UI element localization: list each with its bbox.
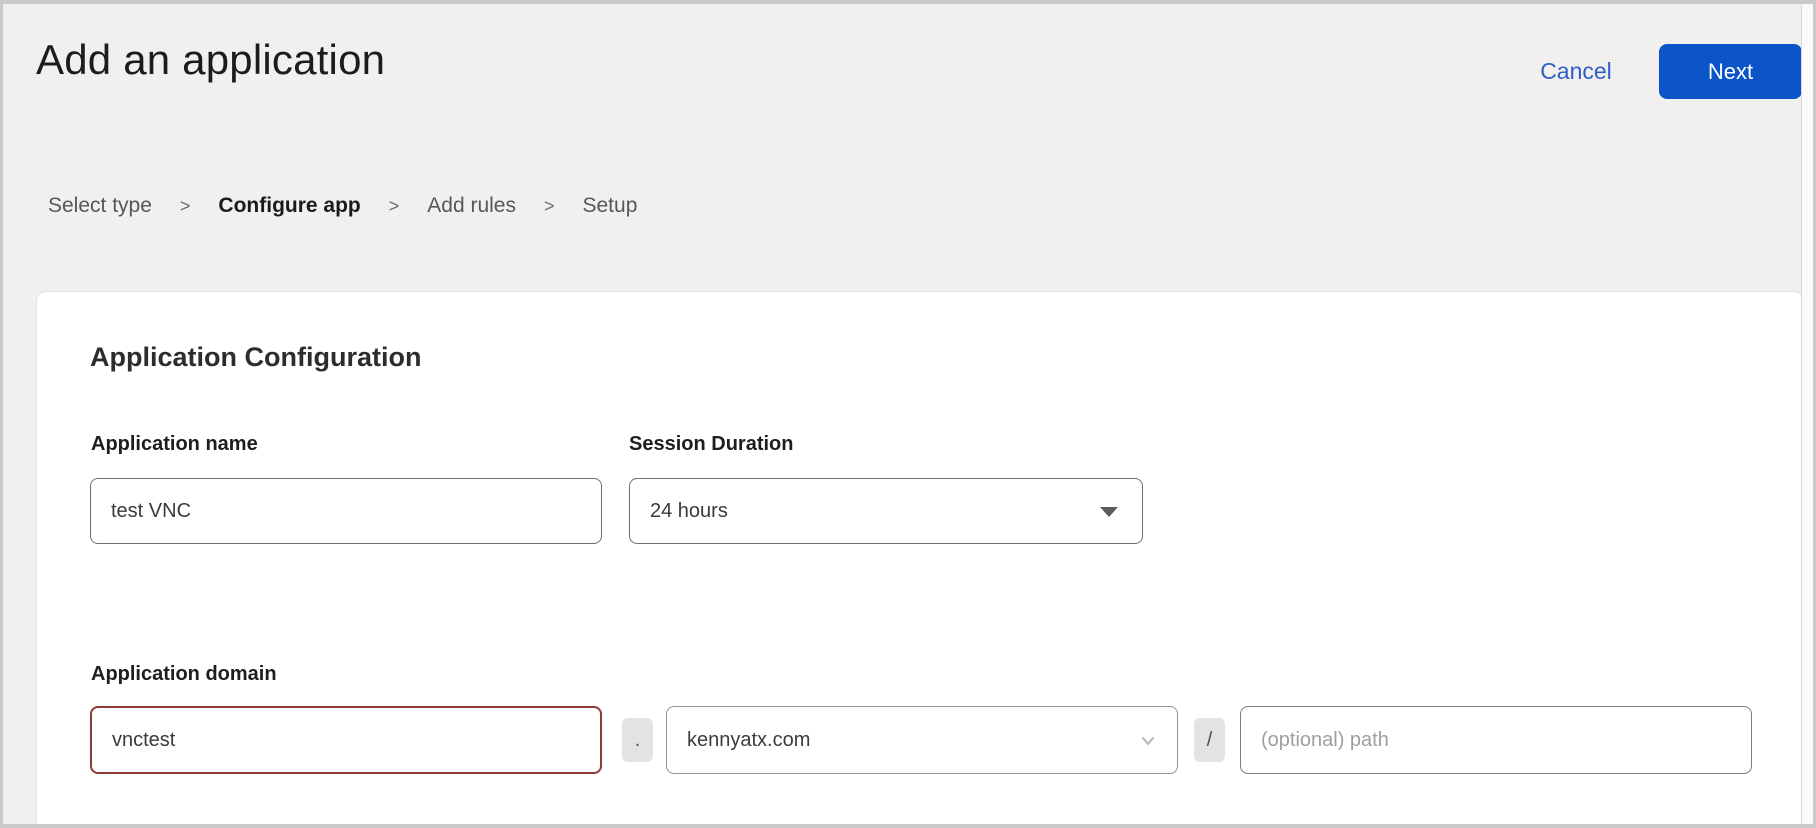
slash-separator: / (1194, 718, 1225, 762)
step-separator: > (389, 196, 400, 217)
application-configuration-card: Application Configuration Application na… (36, 291, 1804, 828)
add-application-page: Add an application Cancel Next Select ty… (0, 0, 1816, 828)
step-setup[interactable]: Setup (583, 194, 638, 218)
dot-separator: . (622, 718, 653, 762)
next-button[interactable]: Next (1659, 44, 1802, 99)
application-name-label: Application name (91, 433, 258, 456)
cancel-button[interactable]: Cancel (1531, 58, 1621, 85)
step-separator: > (180, 196, 191, 217)
step-separator: > (544, 196, 555, 217)
breadcrumb: Select type > Configure app > Add rules … (48, 194, 637, 218)
page-title: Add an application (36, 36, 385, 84)
session-duration-select[interactable]: 24 hours (629, 478, 1143, 544)
session-duration-label: Session Duration (629, 433, 793, 456)
section-title: Application Configuration (90, 342, 421, 373)
session-duration-value: 24 hours (650, 500, 728, 523)
chevron-down-icon (1137, 730, 1159, 758)
caret-down-icon (1100, 507, 1118, 517)
step-configure-app: Configure app (218, 194, 360, 218)
step-add-rules[interactable]: Add rules (427, 194, 516, 218)
path-input[interactable] (1240, 706, 1752, 774)
subdomain-input[interactable] (90, 706, 602, 774)
application-name-input[interactable] (90, 478, 602, 544)
vertical-scrollbar[interactable] (1801, 4, 1813, 824)
application-domain-label: Application domain (91, 663, 277, 686)
domain-select[interactable]: kennyatx.com (666, 706, 1178, 774)
step-select-type[interactable]: Select type (48, 194, 152, 218)
domain-select-value: kennyatx.com (687, 729, 810, 752)
